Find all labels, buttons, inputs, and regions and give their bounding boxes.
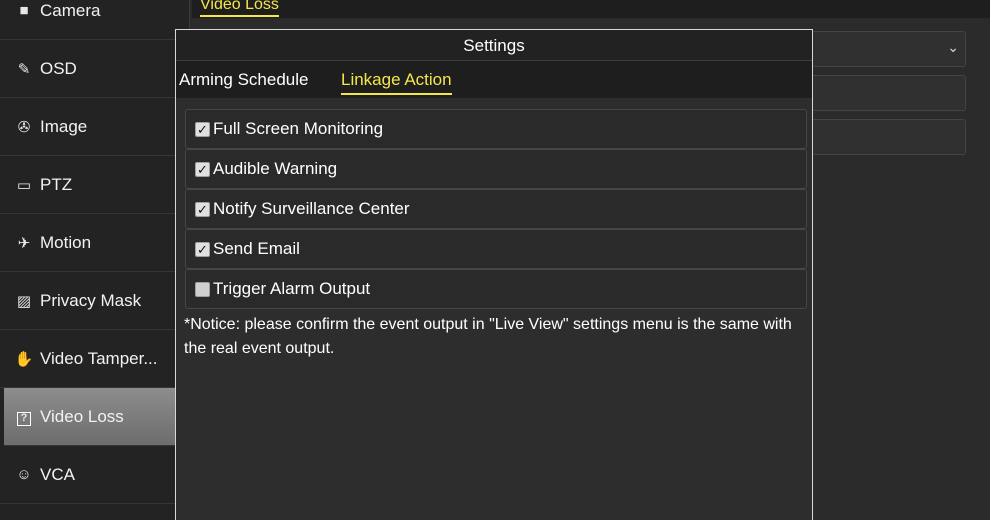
linkage-options-list: ✓ Full Screen Monitoring ✓ Audible Warni… — [185, 109, 807, 309]
checkbox-checked-icon[interactable]: ✓ — [195, 121, 210, 137]
checkbox-checked-icon[interactable]: ✓ — [195, 201, 210, 217]
sidebar-item-camera[interactable]: ■ Camera — [0, 0, 190, 40]
tab-linkage-action[interactable]: Linkage Action — [341, 70, 452, 95]
sidebar-item-label: OSD — [40, 58, 77, 78]
option-label: Send Email — [213, 239, 300, 258]
camera-icon: ■ — [19, 2, 29, 19]
checkbox-unchecked-icon[interactable] — [195, 281, 210, 297]
sidebar: ■ Camera ✎ OSD ✇ Image ▭ PTZ ✈ Motion ▨ … — [0, 0, 190, 520]
dialog-title: Settings — [176, 30, 812, 61]
background-field-1[interactable] — [790, 75, 966, 111]
sidebar-item-label: Video Tamper... — [40, 348, 158, 368]
option-notify-surveillance-center[interactable]: ✓ Notify Surveillance Center — [185, 189, 807, 229]
app-root: Video Loss ⌄ ■ Camera ✎ OSD ✇ Image ▭ PT… — [0, 0, 990, 520]
option-full-screen-monitoring[interactable]: ✓ Full Screen Monitoring — [185, 109, 807, 149]
sidebar-item-privacy-mask[interactable]: ▨ Privacy Mask — [0, 272, 190, 330]
sidebar-item-video-loss[interactable]: ? Video Loss — [4, 388, 190, 446]
option-trigger-alarm-output[interactable]: Trigger Alarm Output — [185, 269, 807, 309]
option-label: Notify Surveillance Center — [213, 199, 410, 218]
sidebar-item-image[interactable]: ✇ Image — [0, 98, 190, 156]
checkbox-checked-icon[interactable]: ✓ — [195, 161, 210, 177]
background-field-2[interactable] — [790, 119, 966, 155]
sidebar-item-label: PTZ — [40, 174, 73, 194]
sidebar-item-label: Camera — [40, 0, 101, 20]
option-send-email[interactable]: ✓ Send Email — [185, 229, 807, 269]
sidebar-item-vca[interactable]: ☺ VCA — [0, 446, 190, 504]
sidebar-item-ptz[interactable]: ▭ PTZ — [0, 156, 190, 214]
dialog-tab-bar: Arming Schedule Linkage Action — [176, 61, 812, 98]
notice-text: *Notice: please confirm the event output… — [184, 316, 792, 357]
video-loss-glyph: ? — [17, 411, 31, 426]
option-audible-warning[interactable]: ✓ Audible Warning — [185, 149, 807, 189]
sidebar-item-label: Motion — [40, 232, 92, 252]
hand-icon: ✋ — [14, 350, 34, 368]
settings-dialog: Settings Arming Schedule Linkage Action … — [175, 29, 813, 520]
image-aperture-icon: ✇ — [17, 118, 31, 136]
motion-runner-icon: ✈ — [17, 234, 31, 252]
option-label: Trigger Alarm Output — [213, 279, 371, 298]
tab-video-loss[interactable]: Video Loss — [200, 0, 279, 17]
sidebar-item-label: Image — [40, 116, 88, 136]
chevron-down-icon: ⌄ — [947, 39, 959, 55]
video-loss-icon: ? — [13, 408, 35, 426]
sidebar-item-osd[interactable]: ✎ OSD — [0, 40, 190, 98]
sidebar-item-motion[interactable]: ✈ Motion — [0, 214, 190, 272]
checkbox-checked-icon[interactable]: ✓ — [195, 241, 210, 257]
sidebar-item-video-tamper[interactable]: ✋ Video Tamper... — [0, 330, 190, 388]
tab-arming-schedule[interactable]: Arming Schedule — [179, 70, 308, 93]
osd-pen-icon: ✎ — [17, 60, 31, 78]
privacy-mask-icon: ▨ — [16, 292, 32, 310]
main-header-strip — [192, 0, 990, 18]
ptz-dome-icon: ▭ — [16, 176, 32, 194]
sidebar-item-label: VCA — [40, 464, 75, 484]
sidebar-item-label: Video Loss — [40, 406, 124, 426]
option-label: Full Screen Monitoring — [213, 119, 384, 138]
option-label: Audible Warning — [213, 159, 338, 178]
vca-head-icon: ☺ — [16, 466, 32, 483]
sidebar-item-label: Privacy Mask — [40, 290, 142, 310]
background-dropdown[interactable]: ⌄ — [790, 31, 966, 67]
